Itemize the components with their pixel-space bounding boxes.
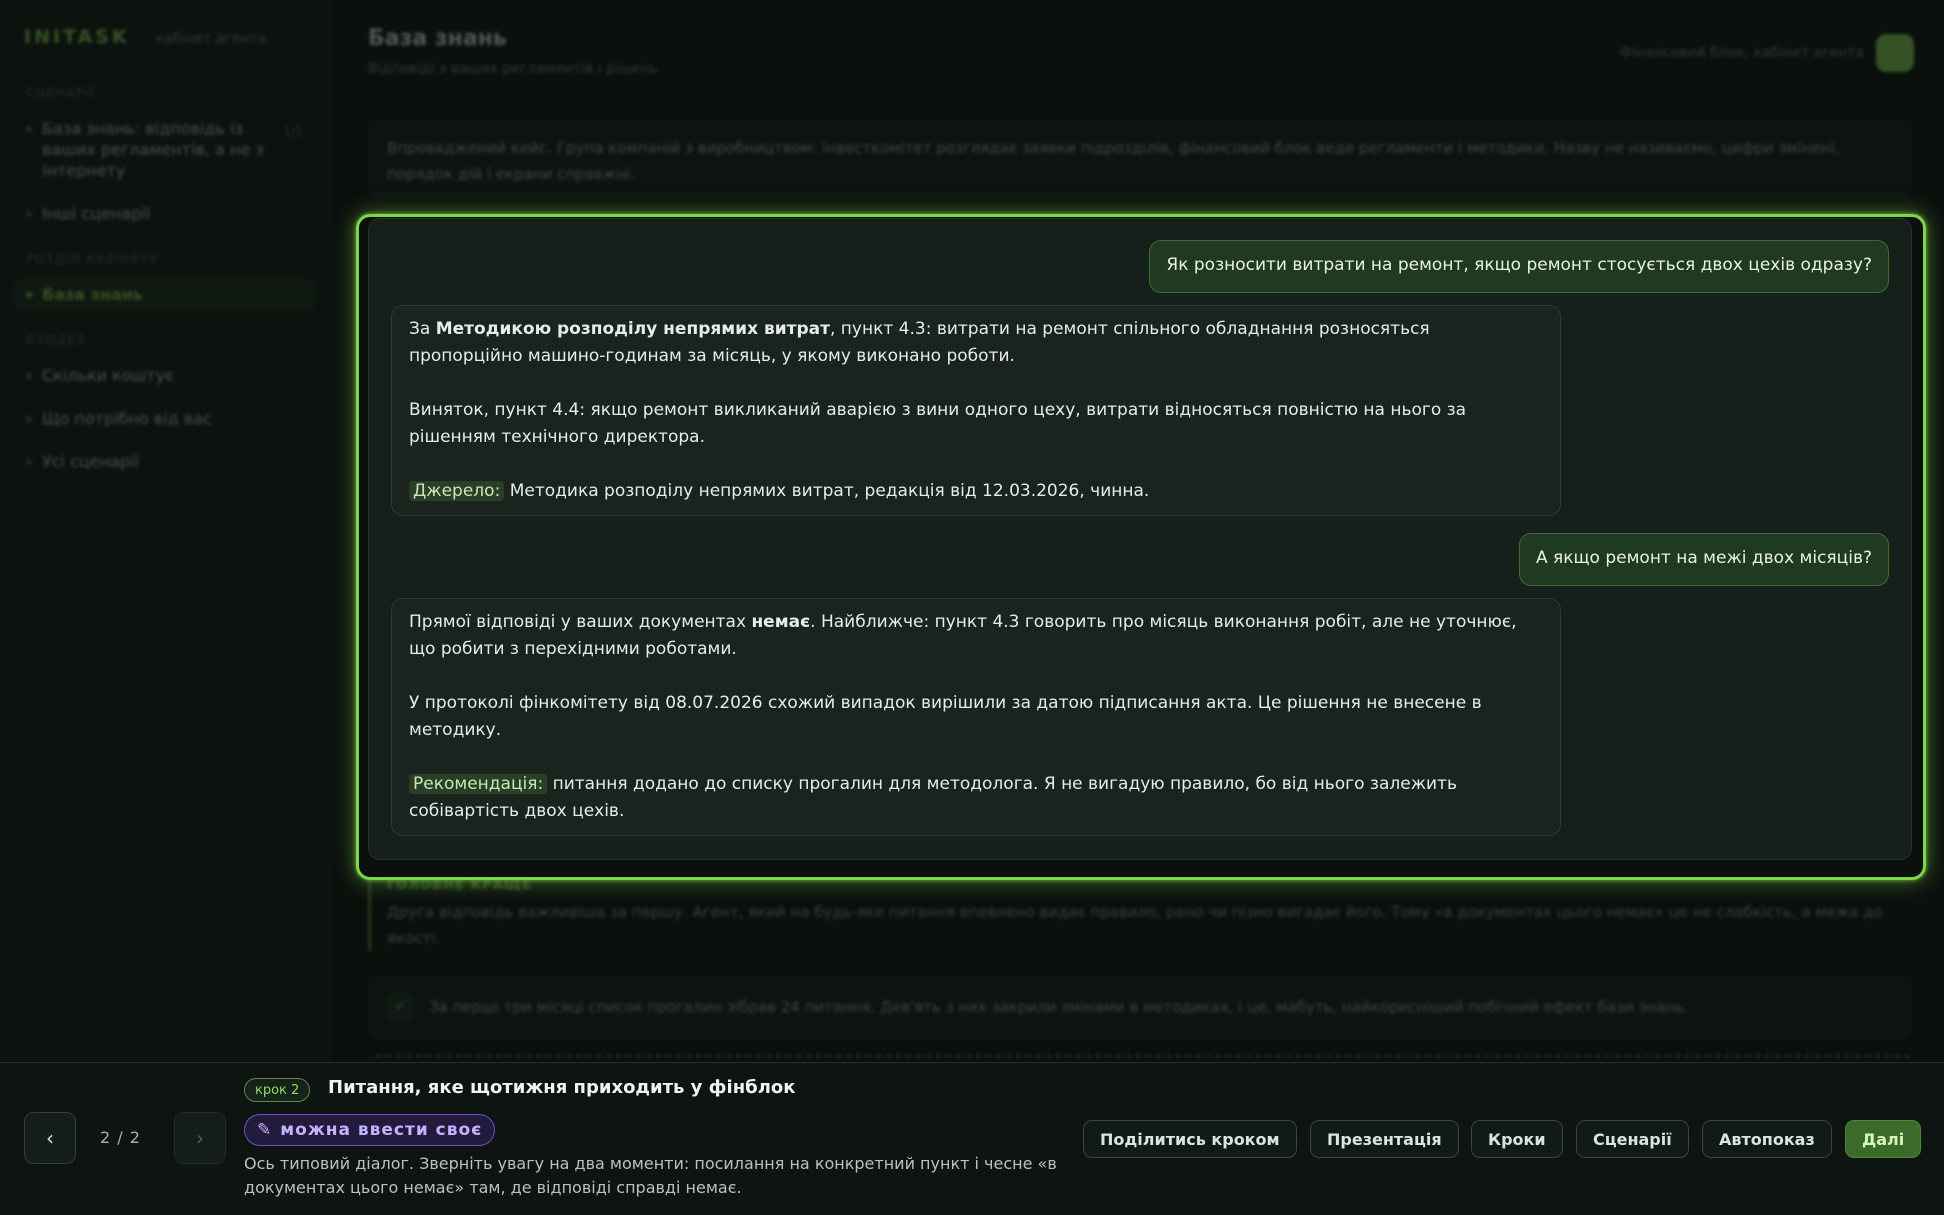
answer-paragraph: У протоколі фінкомітету від 08.07.2026 с… [409,693,1482,740]
sidebar-section-cabinet: РОЗДІЛ КАБІНЕТУ [26,252,159,266]
sidebar-item-label: База знань: відповідь із ваших регламент… [42,119,264,180]
step-counter: 2 / 2 [100,1128,141,1147]
bullet-icon [26,292,32,298]
bullet-icon [26,373,32,379]
answer-paragraph: За Методикою розподілу непрямих витрат, … [409,316,1543,370]
bullet-icon [26,459,32,465]
sidebar-item-knowledge-base[interactable]: База знань [14,278,315,311]
custom-input-pill[interactable]: ✎ можна ввести своє [244,1114,496,1146]
recommendation-line: Рекомендація: питання додано до списку п… [409,771,1543,825]
brand: INITASK кабінет агента [14,26,315,48]
intro-box: Впроваджений кейс. Група компаній з виро… [368,120,1912,196]
note-block: ГОЛОВНЕ КРАЩЕ Друга відповідь важливіша … [368,878,1912,951]
steps-button[interactable]: Кроки [1471,1120,1563,1158]
answer-emphasis: немає [751,612,811,632]
bullet-icon [26,211,32,217]
scenarios-button[interactable]: Сценарії [1576,1120,1689,1158]
assistant-message-1: За Методикою розподілу непрямих витрат, … [391,305,1561,516]
chevron-left-icon: ‹ [46,1126,54,1150]
brand-subtitle: кабінет агента [155,31,267,47]
autoplay-button[interactable]: Автопоказ [1702,1120,1832,1158]
step-title: Питання, яке щотижня приходить у фінблок [328,1077,796,1098]
sidebar-item-pricing[interactable]: Скільки коштує [14,359,315,392]
user-message-2: А якщо ремонт на межі двох місяців? [1519,533,1889,586]
source-label: Джерело: [409,481,505,501]
sidebar-item-requirements[interactable]: Що потрібно від вас [14,402,315,435]
next-step-arrow-button[interactable]: › [174,1112,226,1164]
sidebar-section-pilot: ВХОДЕЗ [26,333,86,347]
step-badge: крок 2 [244,1078,311,1102]
sidebar: INITASK кабінет агента СЦЕНАРІЇ База зна… [0,0,330,1215]
recommendation-text: питання додано до списку прогалин для ме… [409,774,1457,821]
step-description: Ось типовий діалог. Зверніть увагу на дв… [244,1154,1057,1197]
answer-text: За [409,319,436,339]
next-button[interactable]: Далі [1845,1120,1922,1158]
sidebar-item-all-scenarios[interactable]: Усі сценарії [14,445,315,478]
assistant-message-2: Прямої відповіді у ваших документах нема… [391,598,1561,836]
answer-paragraph: Прямої відповіді у ваших документах нема… [409,609,1543,663]
document-reference: Методикою розподілу непрямих витрат [435,319,830,339]
page-title: База знань [368,26,507,51]
user-message-1: Як розносити витрати на ремонт, якщо рем… [1149,240,1889,293]
header-context: Фінансовий блок, кабінет агента [1620,34,1914,72]
answer-text: Прямої відповіді у ваших документах [409,612,752,632]
sidebar-item-label: База знань [42,285,143,304]
stat-text: За перші три місяці список прогалин зібр… [429,998,1689,1016]
bullet-icon [26,126,32,132]
scenario-count: 1/1 [283,125,303,139]
sidebar-item-scenario-knowledge[interactable]: База знань: відповідь із ваших регламент… [14,112,315,187]
sidebar-item-label: Інші сценарії [42,204,151,223]
brand-logo-text: INITASK [24,26,130,48]
bullet-icon [26,416,32,422]
share-step-button[interactable]: Поділитись кроком [1083,1120,1297,1158]
note-heading: ГОЛОВНЕ КРАЩЕ [387,878,532,893]
answer-paragraph: Виняток, пункт 4.4: якщо ремонт викликан… [409,400,1467,447]
stat-box: ✓ За перші три місяці список прогалин зі… [368,976,1912,1038]
sidebar-section-scenarios: СЦЕНАРІЇ [26,86,95,100]
prev-step-button[interactable]: ‹ [24,1112,76,1164]
sidebar-item-label: Що потрібно від вас [42,409,212,428]
recommendation-label: Рекомендація: [409,774,548,794]
context-label: Фінансовий блок, кабінет агента [1620,45,1864,61]
page-header: База знань Відповіді з ваших регламентів… [368,26,658,77]
check-icon: ✓ [385,992,415,1022]
sidebar-item-other-scenarios[interactable]: Інші сценарії [14,197,315,230]
sidebar-item-label: Усі сценарії [42,452,139,471]
avatar[interactable] [1876,34,1914,72]
pencil-icon: ✎ [257,1120,273,1140]
source-line: Джерело: Методика розподілу непрямих вит… [409,478,1543,505]
note-text: Друга відповідь важливіша за першу. Аген… [387,903,1883,947]
chevron-right-icon: › [196,1126,204,1150]
source-text: Методика розподілу непрямих витрат, реда… [504,481,1150,501]
custom-input-label: можна ввести своє [280,1120,483,1140]
sidebar-item-label: Скільки коштує [42,366,174,385]
chat-panel: Як розносити витрати на ремонт, якщо рем… [368,218,1912,860]
presentation-button[interactable]: Презентація [1310,1120,1459,1158]
page-subtitle: Відповіді з ваших регламентів і рішень [368,61,658,77]
